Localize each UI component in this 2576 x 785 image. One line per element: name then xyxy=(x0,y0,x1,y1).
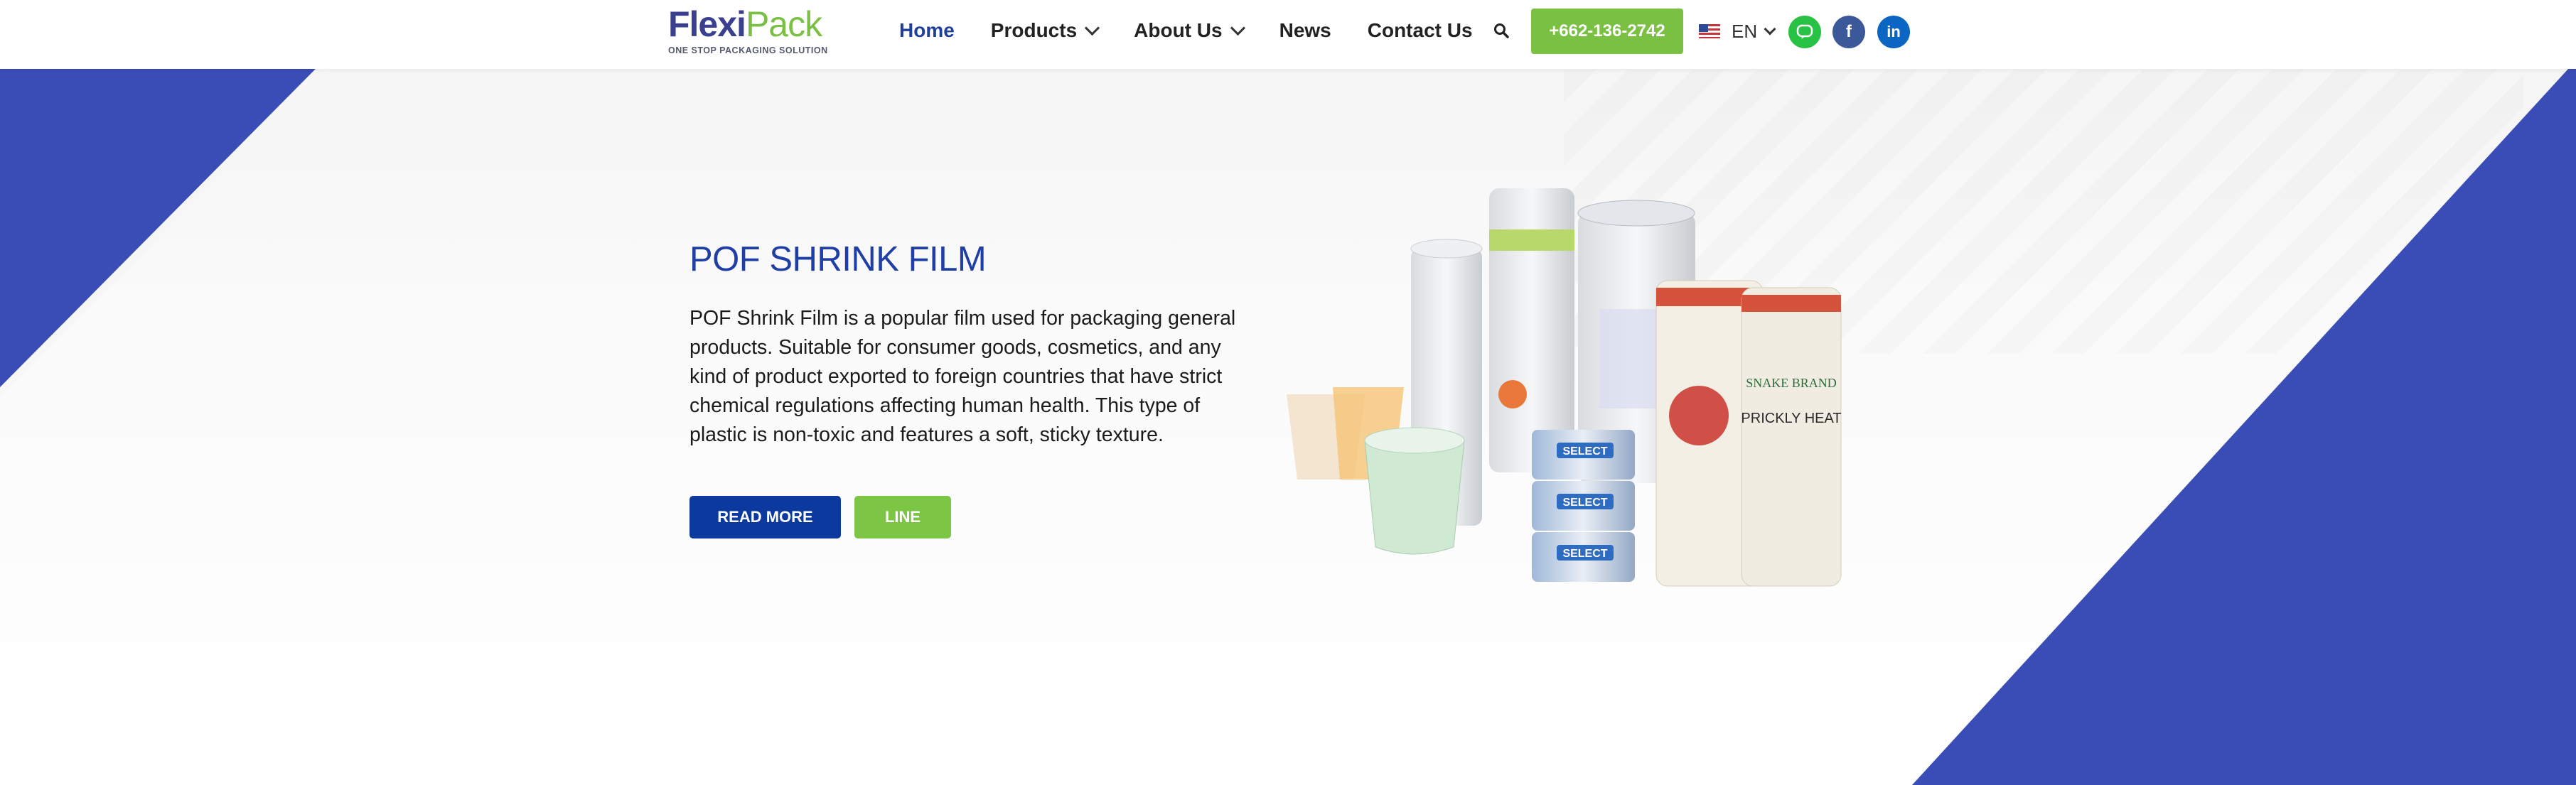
phone-button[interactable]: +662-136-2742 xyxy=(1531,9,1683,54)
bottle-product-label: PRICKLY HEAT xyxy=(1741,411,1841,426)
line-button[interactable]: LINE xyxy=(854,496,951,538)
product-packaging-image: SELECT SELECT SELECT SNAKE BRAND PRICKLY… xyxy=(1287,188,1842,587)
nav-item-news[interactable]: News xyxy=(1279,19,1331,42)
facebook-glyph: f xyxy=(1846,22,1852,41)
chevron-down-icon xyxy=(1230,20,1245,36)
chevron-down-icon xyxy=(1764,23,1776,36)
language-code: EN xyxy=(1732,20,1758,42)
bottle-brand-label: SNAKE BRAND xyxy=(1746,376,1837,390)
line-icon[interactable] xyxy=(1788,16,1821,48)
nav-item-contact-us[interactable]: Contact Us xyxy=(1368,19,1473,42)
logo-tagline: ONE STOP PACKAGING SOLUTION xyxy=(668,45,828,55)
can-label: SELECT xyxy=(1562,548,1607,560)
nav-label-about-us: About Us xyxy=(1134,18,1223,41)
hero-description: POF Shrink Film is a popular film used f… xyxy=(689,307,1236,446)
can-label: SELECT xyxy=(1562,497,1607,509)
phone-number: +662-136-2742 xyxy=(1549,21,1665,40)
search-icon[interactable] xyxy=(1493,22,1510,39)
logo-pack-text: Pack xyxy=(745,4,822,44)
nav-item-products[interactable]: Products xyxy=(990,18,1100,42)
chevron-down-icon xyxy=(1085,20,1100,36)
read-more-button[interactable]: READ MORE xyxy=(689,496,841,538)
linkedin-icon[interactable]: in xyxy=(1877,16,1910,48)
hero-title: POF SHRINK FILM xyxy=(689,240,987,278)
nav-label-contact-us: Contact Us xyxy=(1367,18,1473,41)
nav-item-home[interactable]: Home xyxy=(899,19,955,42)
nav-label-news: News xyxy=(1279,18,1331,41)
site-header: FlexiPack ONE STOP PACKAGING SOLUTION Ho… xyxy=(0,0,2576,69)
powder-bottle xyxy=(1741,287,1842,587)
facebook-icon[interactable]: f xyxy=(1832,16,1865,48)
main-navigation: Home Products About Us News Contact Us xyxy=(899,0,1509,60)
linkedin-glyph: in xyxy=(1887,23,1901,40)
nav-item-about-us[interactable]: About Us xyxy=(1134,18,1245,42)
logo-wordmark: FlexiPack xyxy=(668,4,846,44)
can-label: SELECT xyxy=(1562,445,1607,458)
nav-label-products: Products xyxy=(990,18,1078,41)
logo-flexi-text: Flexi xyxy=(668,4,746,44)
us-flag-icon xyxy=(1699,24,1720,38)
read-more-label: READ MORE xyxy=(717,508,813,526)
nav-label-home: Home xyxy=(899,18,955,41)
language-selector[interactable]: EN xyxy=(1699,17,1776,45)
flexipack-logo[interactable]: FlexiPack ONE STOP PACKAGING SOLUTION xyxy=(668,4,846,61)
line-button-label: LINE xyxy=(884,508,921,526)
line-chat-icon xyxy=(1796,24,1813,39)
